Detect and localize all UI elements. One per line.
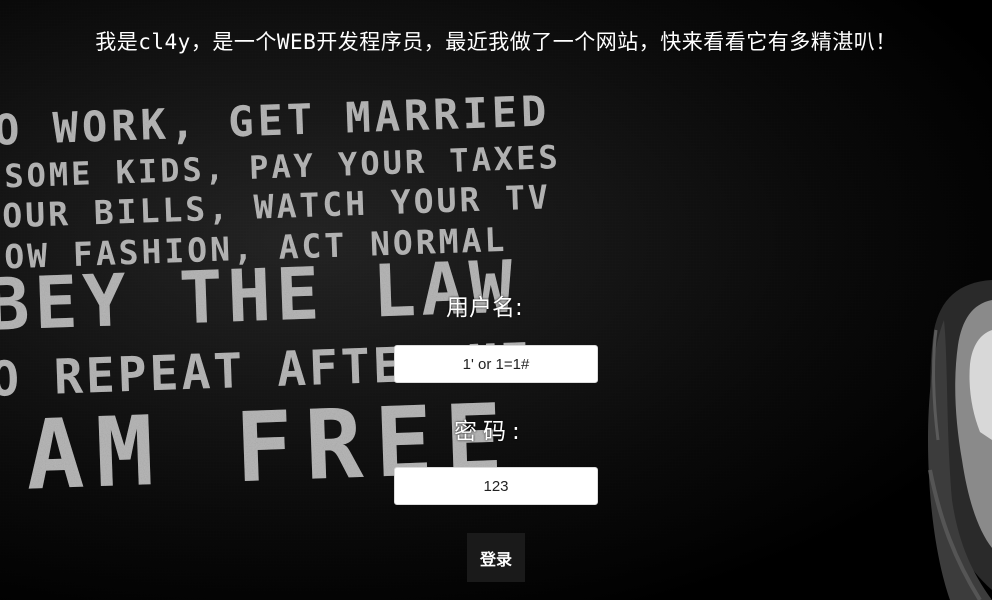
login-button[interactable]: 登录	[467, 533, 525, 582]
page-headline: 我是cl4y，是一个WEB开发程序员，最近我做了一个网站，快来看看它有多精湛叭！	[95, 30, 897, 54]
username-label: 用户名:	[446, 295, 523, 321]
anonymous-mask-figure	[928, 280, 992, 600]
poster-line-5: BEY THE LAW	[0, 244, 519, 347]
password-label: 密码:	[454, 419, 526, 445]
password-input[interactable]	[394, 467, 598, 505]
username-input[interactable]	[394, 345, 598, 383]
